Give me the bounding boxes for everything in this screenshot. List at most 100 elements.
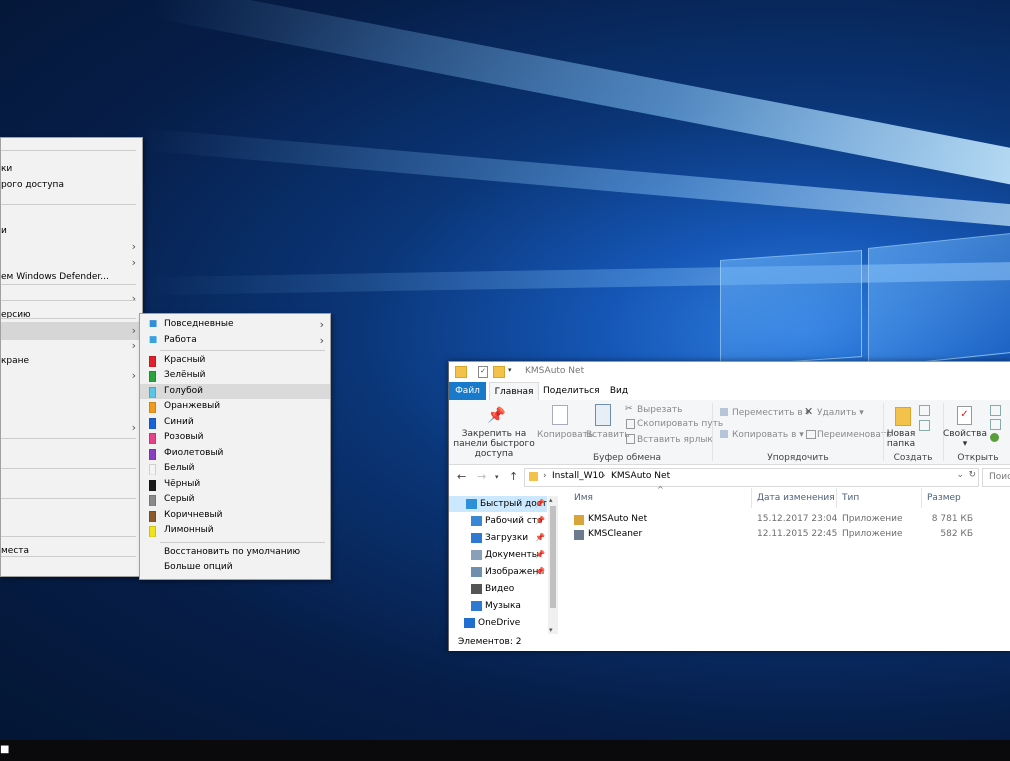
tab-home[interactable]: Главная bbox=[489, 382, 539, 402]
menu-separator bbox=[1, 556, 136, 557]
new-folder-button[interactable]: Новая папка bbox=[885, 429, 917, 449]
cut-button[interactable]: Вырезать bbox=[637, 405, 682, 415]
up-arrow-icon[interactable]: ↑ bbox=[509, 470, 518, 483]
file-name: KMSCleaner bbox=[588, 529, 643, 539]
copy-path-button[interactable]: Скопировать путь bbox=[637, 419, 723, 429]
chevron-down-icon[interactable]: ▾ bbox=[549, 626, 553, 634]
new-folder-qa-icon[interactable] bbox=[493, 366, 505, 378]
nav-item[interactable]: Документы 📌 bbox=[449, 547, 547, 563]
scroll-thumb[interactable] bbox=[550, 506, 556, 608]
ribbon-home: 📌 Закрепить на панели быстрого доступа К… bbox=[449, 400, 1010, 465]
column-size[interactable]: Размер bbox=[927, 493, 961, 503]
color-tag-item[interactable]: Красный bbox=[140, 353, 330, 369]
column-name[interactable]: Имя bbox=[574, 493, 593, 503]
nav-item[interactable]: OneDrive bbox=[449, 615, 547, 631]
context-menu-item[interactable]: › bbox=[1, 419, 142, 437]
color-tag-item[interactable]: Чёрный bbox=[140, 477, 330, 493]
color-tag-item[interactable]: Фиолетовый bbox=[140, 446, 330, 462]
more-options-item[interactable]: Больше опций bbox=[140, 560, 330, 576]
column-date[interactable]: Дата изменения bbox=[757, 493, 835, 503]
pin-icon[interactable]: 📌 bbox=[535, 530, 545, 546]
ribbon-separator bbox=[712, 403, 713, 461]
table-row[interactable]: KMSAuto Net 15.12.2017 23:04 Приложение 8 7… bbox=[564, 512, 1010, 527]
nav-item[interactable]: Изображени 📌 bbox=[449, 564, 547, 580]
context-menu-item[interactable]: › bbox=[1, 367, 142, 385]
delete-button[interactable]: Удалить ▾ bbox=[817, 408, 864, 418]
tab-view[interactable]: Вид bbox=[605, 382, 633, 400]
easy-access-icon[interactable] bbox=[919, 420, 930, 431]
nav-scrollbar[interactable]: ▴ ▾ bbox=[548, 496, 558, 634]
chevron-down-icon[interactable]: ▾ bbox=[508, 366, 512, 377]
context-menu-item[interactable]: рого доступа bbox=[1, 176, 142, 194]
color-tag-item[interactable]: Серый bbox=[140, 492, 330, 508]
breadcrumb-kmsauto[interactable]: KMSAuto Net bbox=[611, 471, 670, 481]
start-icon[interactable]: ■ bbox=[0, 745, 9, 755]
nav-item[interactable]: Загрузки 📌 bbox=[449, 530, 547, 546]
properties-check-icon[interactable]: ✓ bbox=[478, 366, 488, 378]
copy-to-icon bbox=[720, 430, 728, 438]
context-menu-item[interactable]: места bbox=[1, 542, 142, 560]
move-to-icon bbox=[720, 408, 728, 416]
color-tag-item[interactable]: Коричневый bbox=[140, 508, 330, 524]
forward-arrow-icon[interactable]: → bbox=[477, 470, 486, 483]
paste-shortcut-button[interactable]: Вставить ярлык bbox=[637, 435, 713, 445]
restore-default-item[interactable]: Восстановить по умолчанию bbox=[140, 545, 330, 561]
refresh-icon[interactable]: ↻ bbox=[968, 470, 976, 480]
chevron-up-icon[interactable]: ▴ bbox=[549, 496, 553, 504]
rename-button[interactable]: Переименовать bbox=[817, 430, 892, 440]
nav-item[interactable]: Видео bbox=[449, 581, 547, 597]
address-box[interactable]: › Install_W10 › KMSAuto Net ⌄ ↻ bbox=[524, 468, 979, 487]
color-tag-label: Голубой bbox=[164, 385, 203, 396]
breadcrumb-install[interactable]: Install_W10 bbox=[552, 471, 604, 481]
copy-to-button[interactable]: Копировать в ▾ bbox=[732, 430, 804, 440]
paste-button[interactable]: Вставить bbox=[586, 430, 630, 440]
nav-item[interactable]: Рабочий сто 📌 bbox=[449, 513, 547, 529]
column-type[interactable]: Тип bbox=[842, 493, 859, 503]
nav-item-label: Загрузки bbox=[485, 533, 529, 543]
table-row[interactable]: KMSCleaner 12.11.2015 22:45 Приложение 582 … bbox=[564, 527, 1010, 542]
nav-item[interactable]: Музыка bbox=[449, 598, 547, 614]
pin-icon[interactable]: 📌 bbox=[535, 496, 545, 512]
chevron-down-icon[interactable]: ▾ bbox=[495, 473, 499, 481]
open-item-icon[interactable] bbox=[990, 405, 1001, 416]
color-tag-item[interactable]: Розовый bbox=[140, 430, 330, 446]
pin-quick-access-button[interactable]: Закрепить на панели быстрого доступа bbox=[453, 429, 535, 459]
ribbon-separator bbox=[883, 403, 884, 461]
submenu-group-item[interactable]: ■ Повседневные › bbox=[140, 317, 330, 333]
color-tag-item[interactable]: Оранжевый bbox=[140, 399, 330, 415]
context-menu: ки рого доступа и › › ем Windows Defender... ›… bbox=[0, 137, 143, 577]
copy-button[interactable]: Копировать bbox=[537, 430, 593, 440]
tab-file[interactable]: Файл bbox=[449, 382, 486, 400]
kmscleaner-app-icon bbox=[574, 530, 584, 540]
paste-shortcut-icon bbox=[626, 434, 635, 444]
back-arrow-icon[interactable]: ← bbox=[457, 470, 466, 483]
menu-separator bbox=[1, 438, 136, 439]
window-pane-shape bbox=[720, 250, 862, 367]
new-item-icon[interactable] bbox=[919, 405, 930, 416]
menu-separator bbox=[1, 318, 136, 319]
color-tag-item[interactable]: Синий bbox=[140, 415, 330, 431]
search-input[interactable]: Поис bbox=[982, 468, 1010, 487]
chevron-right-icon: › bbox=[319, 318, 324, 331]
pin-icon[interactable]: 📌 bbox=[535, 564, 545, 580]
move-to-button[interactable]: Переместить в ▾ bbox=[732, 408, 810, 418]
pin-icon[interactable]: 📌 bbox=[535, 513, 545, 529]
submenu-label: Работа bbox=[164, 334, 197, 345]
chevron-down-icon[interactable]: ⌄ bbox=[956, 470, 964, 480]
file-size: 582 КБ bbox=[940, 529, 973, 539]
properties-button[interactable]: Свойства ▾ bbox=[943, 429, 987, 449]
submenu-group-item[interactable]: ■ Работа › bbox=[140, 333, 330, 349]
star-icon bbox=[466, 499, 477, 509]
menu-separator bbox=[1, 300, 136, 301]
edit-item-icon[interactable] bbox=[990, 419, 1001, 430]
address-bar-row: ← → ▾ ↑ › Install_W10 › KMSAuto Net ⌄ ↻ … bbox=[449, 465, 1010, 488]
color-tag-item[interactable]: Голубой bbox=[140, 383, 330, 400]
history-icon[interactable] bbox=[990, 433, 999, 442]
color-tag-item[interactable]: Зелёный bbox=[140, 368, 330, 384]
color-tag-item[interactable]: Лимонный bbox=[140, 523, 330, 539]
tab-share[interactable]: Поделиться bbox=[543, 382, 600, 400]
nav-item[interactable]: Быстрый доступ📌 bbox=[449, 496, 547, 512]
color-tag-item[interactable]: Белый bbox=[140, 461, 330, 477]
move-to-label: Переместить в bbox=[732, 408, 803, 418]
pin-icon[interactable]: 📌 bbox=[535, 547, 545, 563]
